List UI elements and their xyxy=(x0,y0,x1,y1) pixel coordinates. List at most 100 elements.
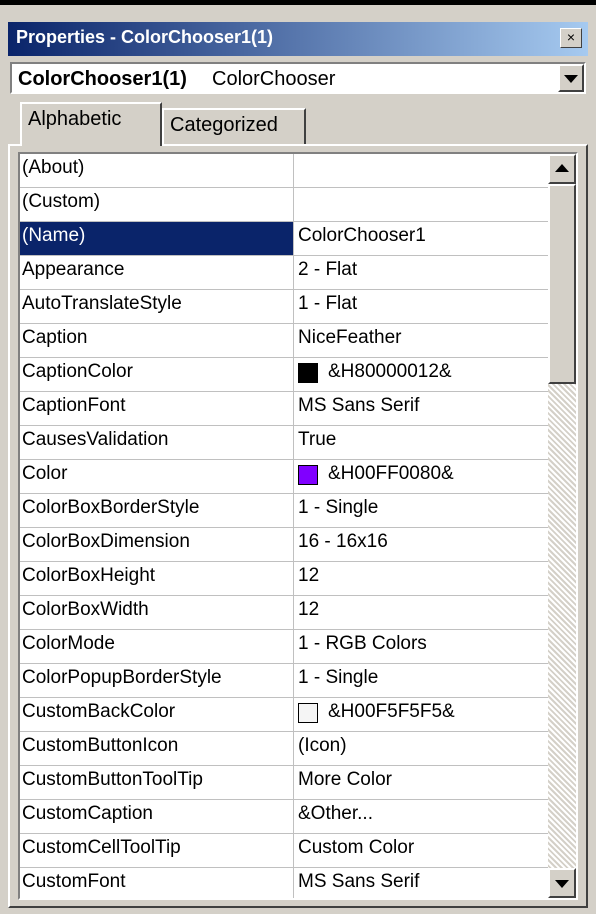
property-value[interactable]: &Other... xyxy=(294,800,548,833)
property-row[interactable]: (Custom) xyxy=(20,188,548,222)
property-row[interactable]: CaptionColor &H80000012& xyxy=(20,358,548,392)
property-name[interactable]: CaptionColor xyxy=(20,358,294,391)
window-title: Properties - ColorChooser1(1) xyxy=(16,27,274,47)
property-value-text: Custom Color xyxy=(298,837,415,858)
property-row[interactable]: Color &H00FF0080& xyxy=(20,460,548,494)
property-name[interactable]: AutoTranslateStyle xyxy=(20,290,294,323)
object-name: ColorChooser1(1) xyxy=(18,68,187,90)
property-name[interactable]: CustomBackColor xyxy=(20,698,294,731)
property-value-text: ColorChooser1 xyxy=(298,225,426,246)
property-value[interactable]: True xyxy=(294,426,548,459)
title-bar[interactable]: Properties - ColorChooser1(1) × xyxy=(8,22,588,56)
property-value[interactable]: 16 - 16x16 xyxy=(294,528,548,561)
property-name[interactable]: ColorMode xyxy=(20,630,294,663)
property-value[interactable]: ColorChooser1 xyxy=(294,222,548,255)
property-value[interactable]: Custom Color xyxy=(294,834,548,867)
property-row[interactable]: ColorPopupBorderStyle 1 - Single xyxy=(20,664,548,698)
property-name[interactable]: Caption xyxy=(20,324,294,357)
property-value[interactable]: &H00F5F5F5& xyxy=(294,698,548,731)
scroll-up-button[interactable] xyxy=(548,154,576,184)
property-row[interactable]: CaptionFont MS Sans Serif xyxy=(20,392,548,426)
property-value[interactable]: 12 xyxy=(294,596,548,629)
property-value-text: MS Sans Serif xyxy=(298,871,420,892)
property-value-text: (Icon) xyxy=(298,735,347,756)
property-value[interactable] xyxy=(294,154,548,187)
property-name[interactable]: CustomFont xyxy=(20,868,294,898)
property-value-text: 1 - Flat xyxy=(298,293,358,314)
property-name[interactable]: CausesValidation xyxy=(20,426,294,459)
close-icon: × xyxy=(566,29,576,45)
property-row[interactable]: CustomFont MS Sans Serif xyxy=(20,868,548,898)
property-name[interactable]: ColorPopupBorderStyle xyxy=(20,664,294,697)
property-name[interactable]: Appearance xyxy=(20,256,294,289)
property-row[interactable]: (About) xyxy=(20,154,548,188)
color-swatch-icon xyxy=(298,465,318,485)
property-row[interactable]: Caption NiceFeather xyxy=(20,324,548,358)
property-name[interactable]: ColorBoxWidth xyxy=(20,596,294,629)
property-name[interactable]: (Custom) xyxy=(20,188,294,221)
property-row[interactable]: AutoTranslateStyle 1 - Flat xyxy=(20,290,548,324)
property-value-text: &H00FF0080& xyxy=(328,463,454,484)
property-rows: (About) (Custom) (Name) ColorChooser1 Appear… xyxy=(20,154,548,898)
property-row[interactable]: Appearance 2 - Flat xyxy=(20,256,548,290)
property-value[interactable]: 2 - Flat xyxy=(294,256,548,289)
top-border-line xyxy=(0,0,596,5)
property-value-text: 2 - Flat xyxy=(298,259,358,280)
property-row[interactable]: ColorBoxWidth 12 xyxy=(20,596,548,630)
property-value[interactable]: 1 - Single xyxy=(294,494,548,527)
combo-dropdown-button[interactable] xyxy=(558,64,584,92)
property-value-text: NiceFeather xyxy=(298,327,402,348)
property-value[interactable]: &H80000012& xyxy=(294,358,548,391)
property-row[interactable]: CustomCaption &Other... xyxy=(20,800,548,834)
property-row[interactable]: CustomCellToolTip Custom Color xyxy=(20,834,548,868)
arrow-up-icon xyxy=(555,164,569,172)
property-value-text: &Other... xyxy=(298,803,373,824)
property-row[interactable]: CustomBackColor &H00F5F5F5& xyxy=(20,698,548,732)
close-button[interactable]: × xyxy=(560,28,582,48)
property-name[interactable]: ColorBoxHeight xyxy=(20,562,294,595)
property-value-text: &H00F5F5F5& xyxy=(328,701,455,722)
object-selector-combo[interactable]: ColorChooser1(1) ColorChooser xyxy=(10,62,586,94)
property-value[interactable]: (Icon) xyxy=(294,732,548,765)
scrollbar-thumb[interactable] xyxy=(548,184,576,384)
property-name[interactable]: ColorBoxDimension xyxy=(20,528,294,561)
tab-alphabetic[interactable]: Alphabetic xyxy=(20,102,162,146)
property-value[interactable]: &H00FF0080& xyxy=(294,460,548,493)
property-value-text: 1 - Single xyxy=(298,497,379,518)
scroll-down-button[interactable] xyxy=(548,868,576,898)
property-grid: (About) (Custom) (Name) ColorChooser1 Appear… xyxy=(18,152,578,900)
property-value[interactable]: 12 xyxy=(294,562,548,595)
tab-categorized[interactable]: Categorized xyxy=(162,108,306,144)
property-row[interactable]: ColorMode 1 - RGB Colors xyxy=(20,630,548,664)
property-row[interactable]: ColorBoxBorderStyle 1 - Single xyxy=(20,494,548,528)
property-row[interactable]: ColorBoxDimension 16 - 16x16 xyxy=(20,528,548,562)
property-row[interactable]: (Name) ColorChooser1 xyxy=(20,222,548,256)
property-name[interactable]: ColorBoxBorderStyle xyxy=(20,494,294,527)
property-value[interactable]: 1 - Single xyxy=(294,664,548,697)
property-value-text: &H80000012& xyxy=(328,361,452,382)
property-name[interactable]: CustomButtonIcon xyxy=(20,732,294,765)
property-name[interactable]: CustomCellToolTip xyxy=(20,834,294,867)
property-row[interactable]: CustomButtonIcon (Icon) xyxy=(20,732,548,766)
property-name[interactable]: (Name) xyxy=(20,222,294,255)
property-value[interactable] xyxy=(294,188,548,221)
property-value[interactable]: NiceFeather xyxy=(294,324,548,357)
property-value-text: 12 xyxy=(298,599,320,620)
property-name[interactable]: CustomCaption xyxy=(20,800,294,833)
arrow-down-icon xyxy=(555,880,569,888)
property-name[interactable]: CaptionFont xyxy=(20,392,294,425)
property-value[interactable]: More Color xyxy=(294,766,548,799)
vertical-scrollbar[interactable] xyxy=(548,154,576,898)
property-row[interactable]: CustomButtonToolTip More Color xyxy=(20,766,548,800)
property-row[interactable]: ColorBoxHeight 12 xyxy=(20,562,548,596)
property-value[interactable]: MS Sans Serif xyxy=(294,392,548,425)
property-value[interactable]: MS Sans Serif xyxy=(294,868,548,898)
object-type: ColorChooser xyxy=(212,68,336,90)
property-value[interactable]: 1 - Flat xyxy=(294,290,548,323)
property-name[interactable]: Color xyxy=(20,460,294,493)
property-name[interactable]: (About) xyxy=(20,154,294,187)
property-name[interactable]: CustomButtonToolTip xyxy=(20,766,294,799)
property-value[interactable]: 1 - RGB Colors xyxy=(294,630,548,663)
color-swatch-icon xyxy=(298,363,318,383)
property-row[interactable]: CausesValidation True xyxy=(20,426,548,460)
